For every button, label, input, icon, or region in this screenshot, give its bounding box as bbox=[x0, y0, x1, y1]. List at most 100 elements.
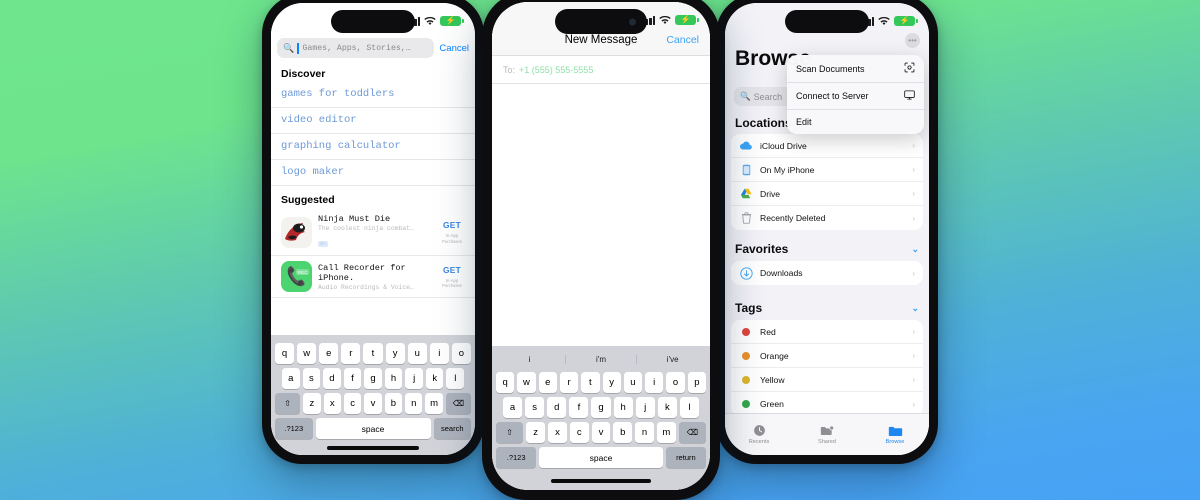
search-cancel-button[interactable]: Cancel bbox=[439, 43, 469, 54]
key-x[interactable]: x bbox=[548, 422, 567, 443]
list-item[interactable]: Red › bbox=[731, 320, 923, 344]
suggestion-chip[interactable]: i've bbox=[637, 355, 708, 364]
menu-item-label: Edit bbox=[796, 117, 812, 127]
discover-term[interactable]: graphing calculator bbox=[271, 134, 475, 160]
key-e[interactable]: e bbox=[538, 372, 557, 393]
tab-recents[interactable]: Recents bbox=[725, 414, 793, 455]
key-h[interactable]: h bbox=[384, 368, 403, 389]
key-b[interactable]: b bbox=[613, 422, 633, 443]
key-s[interactable]: s bbox=[302, 368, 321, 389]
key-w[interactable]: w bbox=[517, 372, 536, 393]
discover-term[interactable]: video editor bbox=[271, 108, 475, 134]
key-b[interactable]: b bbox=[384, 393, 403, 414]
key-k[interactable]: k bbox=[425, 368, 444, 389]
return-key[interactable]: return bbox=[665, 447, 706, 468]
discover-term[interactable]: logo maker bbox=[271, 160, 475, 186]
key-j[interactable]: j bbox=[635, 397, 655, 418]
shift-key[interactable]: ⇧ bbox=[275, 393, 301, 414]
numbers-key[interactable]: .?123 bbox=[275, 418, 313, 439]
suggestion-chip[interactable]: i'm bbox=[566, 354, 638, 364]
suggested-app-row[interactable]: 📞 REC Call Recorder for iPhone. Audio Re… bbox=[271, 256, 475, 299]
suggested-app-row[interactable]: Ninja Must Die The coolest ninja combat…… bbox=[271, 209, 475, 257]
key-u[interactable]: u bbox=[623, 372, 643, 393]
shift-key[interactable]: ⇧ bbox=[496, 422, 524, 443]
space-key[interactable]: space bbox=[315, 418, 431, 439]
list-item[interactable]: iCloud Drive › bbox=[731, 134, 923, 158]
key-y[interactable]: y bbox=[602, 372, 621, 393]
key-z[interactable]: z bbox=[526, 422, 546, 443]
list-item[interactable]: Recently Deleted › bbox=[731, 206, 923, 230]
numbers-key[interactable]: .?123 bbox=[496, 447, 537, 468]
key-j[interactable]: j bbox=[405, 368, 423, 389]
key-f[interactable]: f bbox=[343, 368, 362, 389]
middle-phone-keyboard[interactable]: i i'm i've q w e r t y u i o p a s d f g… bbox=[492, 346, 710, 490]
list-item[interactable]: On My iPhone › bbox=[731, 158, 923, 182]
search-input[interactable]: 🔍 Games, Apps, Stories,… bbox=[277, 38, 435, 58]
cancel-button[interactable]: Cancel bbox=[666, 34, 699, 46]
key-u[interactable]: u bbox=[407, 343, 427, 364]
key-i[interactable]: i bbox=[429, 343, 449, 364]
key-i[interactable]: i bbox=[645, 372, 664, 393]
left-phone-keyboard[interactable]: q w e r t y u i o a s d f g h j k l ⇧ z … bbox=[271, 335, 475, 455]
ellipsis-circle-icon[interactable]: ••• bbox=[905, 33, 920, 48]
key-d[interactable]: d bbox=[547, 397, 567, 418]
key-r[interactable]: r bbox=[341, 343, 361, 364]
key-a[interactable]: a bbox=[281, 368, 300, 389]
tab-shared[interactable]: Shared bbox=[793, 414, 861, 455]
discover-term[interactable]: games for toddlers bbox=[271, 82, 475, 108]
chevron-right-icon: › bbox=[912, 213, 915, 223]
key-l[interactable]: l bbox=[446, 368, 465, 389]
tab-browse[interactable]: Browse bbox=[861, 414, 929, 455]
key-o[interactable]: o bbox=[451, 343, 471, 364]
key-h[interactable]: h bbox=[613, 397, 633, 418]
chevron-down-icon[interactable]: ⌄ bbox=[911, 303, 919, 314]
keyboard-row-3: ⇧ z x c v b n m ⌫ bbox=[273, 393, 473, 414]
key-a[interactable]: a bbox=[503, 397, 523, 418]
key-e[interactable]: e bbox=[319, 343, 339, 364]
key-w[interactable]: w bbox=[297, 343, 317, 364]
key-q[interactable]: q bbox=[496, 372, 515, 393]
key-d[interactable]: d bbox=[323, 368, 341, 389]
get-button[interactable]: GET bbox=[437, 265, 467, 275]
menu-item-scan-documents[interactable]: Scan Documents bbox=[787, 55, 924, 83]
key-y[interactable]: y bbox=[385, 343, 405, 364]
key-m[interactable]: m bbox=[425, 393, 443, 414]
key-c[interactable]: c bbox=[569, 422, 589, 443]
key-k[interactable]: k bbox=[657, 397, 677, 418]
key-n[interactable]: n bbox=[635, 422, 654, 443]
space-key[interactable]: space bbox=[539, 447, 663, 468]
delete-key[interactable]: ⌫ bbox=[678, 422, 706, 443]
menu-item-connect-to-server[interactable]: Connect to Server bbox=[787, 83, 924, 110]
key-c[interactable]: c bbox=[343, 393, 362, 414]
key-t[interactable]: t bbox=[581, 372, 600, 393]
key-s[interactable]: s bbox=[525, 397, 545, 418]
list-item[interactable]: Yellow › bbox=[731, 368, 923, 392]
in-app-purchases-label: In-App Purchases bbox=[442, 278, 462, 289]
key-v[interactable]: v bbox=[364, 393, 382, 414]
delete-key[interactable]: ⌫ bbox=[445, 393, 471, 414]
list-item[interactable]: Drive › bbox=[731, 182, 923, 206]
key-p[interactable]: p bbox=[687, 372, 706, 393]
key-f[interactable]: f bbox=[569, 397, 589, 418]
list-item[interactable]: Orange › bbox=[731, 344, 923, 368]
key-n[interactable]: n bbox=[405, 393, 423, 414]
key-t[interactable]: t bbox=[363, 343, 383, 364]
search-key[interactable]: search bbox=[433, 418, 471, 439]
key-m[interactable]: m bbox=[656, 422, 676, 443]
key-r[interactable]: r bbox=[559, 372, 579, 393]
key-q[interactable]: q bbox=[275, 343, 295, 364]
list-item[interactable]: Downloads › bbox=[731, 261, 923, 285]
chevron-down-icon[interactable]: ⌄ bbox=[911, 244, 919, 255]
key-x[interactable]: x bbox=[323, 393, 341, 414]
suggestion-chip[interactable]: i bbox=[494, 354, 566, 364]
key-g[interactable]: g bbox=[364, 368, 382, 389]
key-g[interactable]: g bbox=[591, 397, 611, 418]
menu-item-edit[interactable]: Edit bbox=[787, 110, 924, 134]
app-meta: Ninja Must Die The coolest ninja combat…… bbox=[318, 214, 431, 250]
key-z[interactable]: z bbox=[303, 393, 321, 414]
key-o[interactable]: o bbox=[666, 372, 685, 393]
recipient-field[interactable]: To: +1 (555) 555-5555 bbox=[492, 56, 710, 84]
get-button[interactable]: GET bbox=[437, 220, 467, 230]
key-v[interactable]: v bbox=[591, 422, 611, 443]
key-l[interactable]: l bbox=[679, 397, 699, 418]
